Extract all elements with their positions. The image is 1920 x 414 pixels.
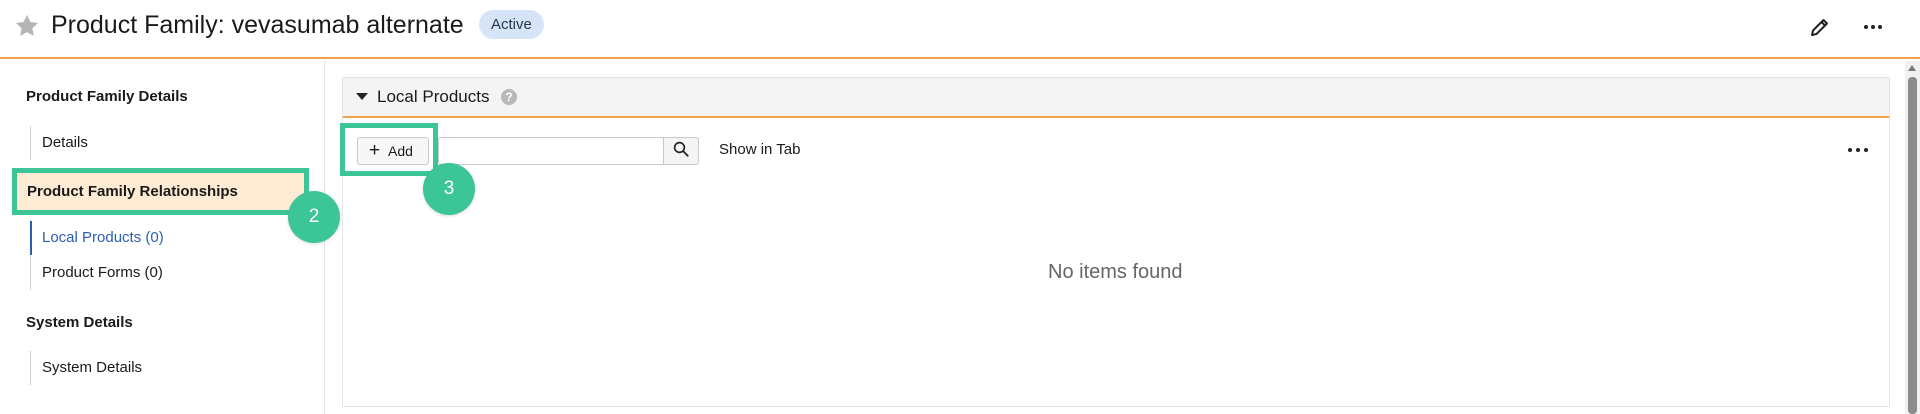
nav-heading-system-details[interactable]: System Details — [26, 314, 133, 331]
scrollbar-thumb[interactable] — [1908, 77, 1917, 414]
plus-icon: + — [369, 140, 381, 161]
pencil-icon — [1808, 15, 1832, 44]
panel-header: Local Products ? — [343, 78, 1889, 118]
search-input[interactable] — [438, 137, 664, 165]
more-actions-button[interactable] — [1856, 12, 1890, 46]
add-button[interactable]: + Add — [357, 137, 429, 165]
step-badge-2: 2 — [288, 191, 340, 243]
show-in-tab-link[interactable]: Show in Tab — [719, 141, 800, 158]
nav-item-details[interactable]: Details — [30, 126, 290, 160]
nav-item-system-details[interactable]: System Details — [30, 351, 290, 385]
edit-button[interactable] — [1803, 12, 1837, 46]
nav-heading-details[interactable]: Product Family Details — [26, 88, 188, 105]
step-badge-3: 3 — [423, 163, 475, 215]
empty-state-message: No items found — [1048, 261, 1183, 283]
status-badge: Active — [479, 10, 544, 39]
help-icon[interactable]: ? — [501, 89, 517, 105]
local-products-panel: Local Products ? — [342, 77, 1890, 407]
vertical-scrollbar[interactable] — [1905, 61, 1920, 414]
add-button-label: Add — [388, 143, 413, 159]
left-navigation: Product Family Details Details Product F… — [0, 61, 325, 414]
scroll-up-arrow-icon[interactable] — [1908, 65, 1916, 71]
more-horizontal-icon — [1847, 141, 1869, 159]
page-title: Product Family: vevasumab alternate — [51, 11, 464, 39]
panel-more-button[interactable] — [1843, 138, 1873, 162]
nav-item-product-forms[interactable]: Product Forms (0) — [30, 256, 290, 290]
search-button[interactable] — [663, 137, 699, 165]
more-horizontal-icon — [1861, 15, 1885, 44]
star-icon[interactable] — [13, 12, 41, 40]
panel-title: Local Products — [377, 87, 490, 106]
nav-heading-relationships[interactable]: Product Family Relationships — [12, 168, 309, 215]
search-icon — [672, 140, 690, 163]
caret-down-icon[interactable] — [356, 93, 368, 100]
nav-item-local-products[interactable]: Local Products (0) — [30, 221, 290, 255]
page-header: Product Family: vevasumab alternate Acti… — [0, 0, 1920, 59]
